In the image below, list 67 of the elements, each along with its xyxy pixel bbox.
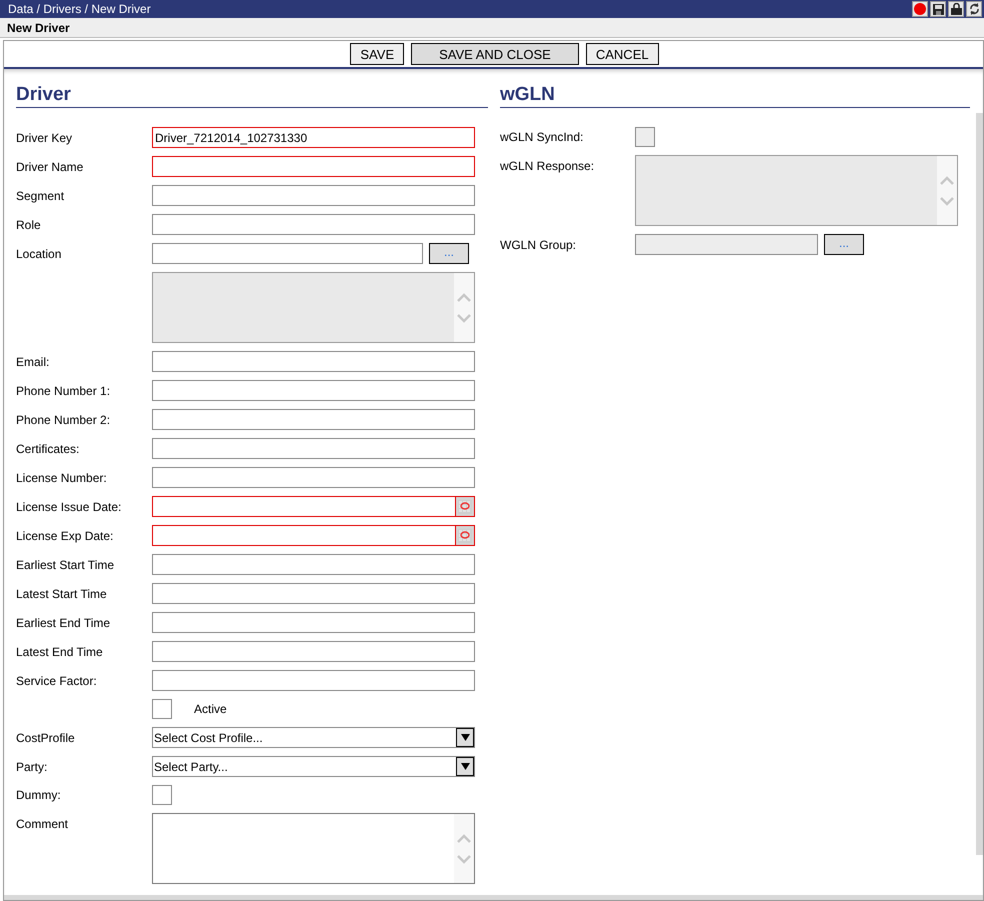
lookup-field[interactable]	[152, 243, 423, 264]
field-label: License Exp Date:	[16, 528, 114, 542]
field-label: Service Factor:	[16, 674, 98, 688]
calendar-icon[interactable]	[458, 500, 472, 514]
field-label: Latest End Time	[16, 644, 104, 658]
field-label: Earliest End Time	[16, 616, 112, 630]
date-field[interactable]	[152, 525, 475, 546]
lock-icon	[950, 3, 962, 15]
field-label: Latest Start Time	[16, 586, 108, 600]
record-icon	[914, 3, 926, 15]
record-button[interactable]	[912, 1, 928, 17]
text-field[interactable]	[152, 351, 475, 372]
toolbar-button[interactable]: SAVE	[350, 43, 404, 65]
refresh-button[interactable]	[966, 1, 982, 17]
field-label: CostProfile	[16, 730, 76, 744]
checkbox[interactable]	[152, 785, 172, 805]
scrollbar[interactable]	[976, 113, 983, 855]
save-icon-button[interactable]	[930, 1, 946, 17]
field-label: Party:	[16, 760, 48, 774]
text-field[interactable]	[152, 214, 475, 235]
section-heading: wGLN	[500, 83, 970, 108]
text-field[interactable]	[152, 438, 475, 459]
calendar-icon[interactable]	[458, 528, 472, 542]
text-field[interactable]	[152, 641, 475, 662]
section-heading: Driver	[16, 83, 488, 108]
dropdown[interactable]: Select Cost Profile...	[152, 727, 475, 748]
breadcrumb: Data / Drivers / New Driver	[8, 2, 151, 16]
field-label: Phone Number 1:	[16, 384, 112, 398]
field-label: Driver Key	[16, 130, 74, 144]
field-label: Earliest Start Time	[16, 558, 116, 572]
field-label: Dummy:	[16, 788, 62, 802]
page-title: New Driver	[7, 20, 70, 34]
field-label: Segment	[16, 188, 66, 202]
browse-button[interactable]: ...	[429, 243, 469, 264]
field-label: Role	[16, 218, 42, 232]
text-field[interactable]	[152, 156, 475, 177]
text-field[interactable]	[152, 583, 475, 604]
date-field[interactable]	[152, 496, 475, 517]
text-field[interactable]	[152, 670, 475, 691]
lock-button[interactable]	[948, 1, 964, 17]
toolbar-button[interactable]: SAVE AND CLOSE	[411, 43, 579, 65]
checkbox[interactable]	[152, 699, 172, 719]
field-label: Comment	[16, 816, 70, 831]
text-field[interactable]	[152, 185, 475, 206]
floppy-icon	[932, 4, 944, 14]
checkbox-label: Active	[194, 702, 227, 716]
text-field[interactable]	[152, 467, 475, 488]
dropdown[interactable]: Select Party...	[152, 756, 475, 777]
toolbar-button[interactable]: CANCEL	[586, 43, 659, 65]
field-label: Phone Number 2:	[16, 412, 112, 426]
caret-icon	[460, 734, 470, 741]
field-label: License Issue Date:	[16, 500, 122, 514]
field-label: Driver Name	[16, 160, 84, 174]
field-label: Email:	[16, 354, 50, 368]
text-field[interactable]	[152, 380, 475, 401]
text-field[interactable]	[152, 612, 475, 633]
text-field[interactable]	[152, 554, 475, 575]
field-label: Location	[16, 246, 62, 260]
field-label: wGLN Response:	[500, 158, 596, 173]
refresh-icon	[968, 3, 980, 15]
field-label: wGLN SyncInd:	[500, 130, 584, 144]
text-field[interactable]: Driver_7212014_102731330	[152, 127, 475, 148]
field-label: Certificates:	[16, 442, 80, 456]
field-label: License Number:	[16, 470, 108, 484]
text-field[interactable]	[152, 409, 475, 430]
field-label: WGLN Group:	[500, 238, 578, 252]
caret-icon	[460, 763, 470, 770]
